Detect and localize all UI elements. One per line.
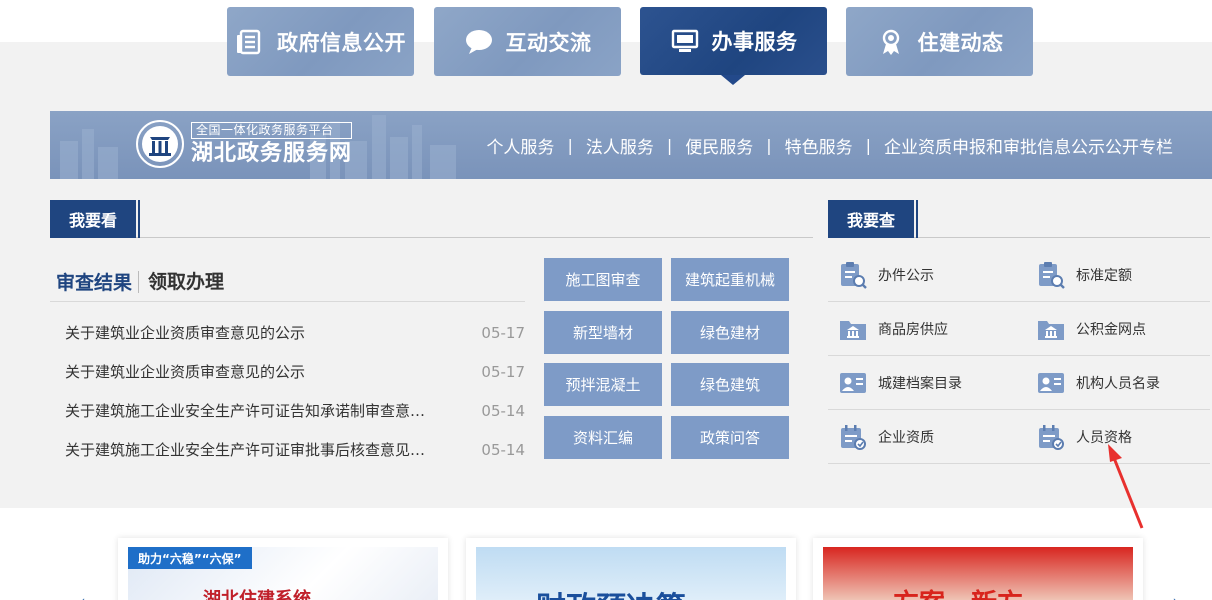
green-building-material-button[interactable]: 绿色建材	[671, 311, 789, 354]
nav-legal-entity-services[interactable]: 法人服务	[573, 133, 667, 158]
carousel-next-icon[interactable]: ›	[1172, 590, 1180, 600]
logo-title: 湖北政务服务网	[191, 140, 353, 166]
calendar-check-icon	[1039, 424, 1064, 450]
news-card[interactable]: 财政预决算	[466, 538, 796, 600]
news-title: 关于建筑施工企业安全生产许可证告知承诺制审查意见的公示	[65, 402, 435, 420]
list-item[interactable]: 关于建筑施工企业安全生产许可证告知承诺制审查意见的公示 05-14	[50, 391, 525, 430]
document-compilation-button[interactable]: 资料汇编	[544, 416, 662, 459]
query-item-label: 企业资质	[878, 429, 934, 446]
list-item[interactable]: 关于建筑业企业资质审查意见的公示 05-17	[50, 352, 525, 391]
folder-bank-icon	[1038, 320, 1064, 340]
query-item-label: 办件公示	[878, 267, 934, 284]
monitor-icon	[670, 26, 700, 56]
nav-special-services[interactable]: 特色服务	[772, 133, 866, 158]
card-caption: 方案…新方	[893, 583, 1023, 600]
policy-qa-button[interactable]: 政策问答	[671, 416, 789, 459]
emblem-icon	[136, 120, 184, 168]
ready-mixed-concrete-button[interactable]: 预拌混凝土	[544, 363, 662, 406]
query-item-housing-fund-outlets[interactable]: 公积金网点	[1036, 302, 1212, 355]
card-caption: 财政预决算	[536, 583, 686, 600]
news-date: 05-17	[481, 323, 525, 342]
annotation-arrow-icon	[1108, 444, 1144, 529]
tab-news[interactable]: 住建动态	[846, 7, 1033, 76]
card-image: 财政预决算	[476, 547, 786, 600]
query-item-label: 商品房供应	[878, 321, 948, 338]
list-item[interactable]: 关于建筑施工企业安全生产许可证审批事后核查意见的公示 05-14	[50, 430, 525, 469]
query-item-label: 城建档案目录	[878, 375, 962, 392]
award-ribbon-icon	[876, 27, 906, 57]
news-list: 关于建筑业企业资质审查意见的公示 05-17 关于建筑业企业资质审查意见的公示 …	[50, 313, 525, 469]
carousel-prev-icon[interactable]: ‹	[78, 590, 86, 600]
divider	[828, 463, 1210, 464]
query-item-label: 机构人员名录	[1076, 375, 1160, 392]
news-title: 关于建筑业企业资质审查意见的公示	[65, 324, 306, 342]
tab-label: 住建动态	[917, 30, 1004, 55]
list-item[interactable]: 关于建筑业企业资质审查意见的公示 05-17	[50, 313, 525, 352]
news-card[interactable]: 助力“六稳”“六保” 湖北住建系统	[118, 538, 448, 600]
news-card[interactable]: 方案…新方	[813, 538, 1143, 600]
query-item-enterprise-qualification[interactable]: 企业资质	[838, 410, 1028, 463]
nav-personal-services[interactable]: 个人服务	[473, 133, 567, 158]
card-image: 助力“六稳”“六保” 湖北住建系统	[128, 547, 438, 600]
active-tab-pointer	[721, 75, 745, 85]
tab-label: 办事服务	[711, 30, 798, 54]
banner-nav: 个人服务 | 法人服务 | 便民服务 | 特色服务 | 企业资质申报和审批信息公…	[473, 111, 1186, 179]
news-date: 05-14	[481, 401, 525, 420]
hubei-gov-service-logo[interactable]: 全国一体化政务服务平台 湖北政务服务网	[135, 119, 353, 169]
tab-services[interactable]: 办事服务	[640, 7, 827, 75]
clipboard-search-icon	[1039, 261, 1065, 289]
query-item-label: 标准定额	[1076, 267, 1132, 284]
news-date: 05-14	[481, 440, 525, 459]
logo-subtitle: 全国一体化政务服务平台	[191, 121, 353, 139]
tab-label: 互动交流	[505, 30, 592, 55]
card-badge: 助力“六稳”“六保”	[128, 547, 252, 569]
news-title: 关于建筑施工企业安全生产许可证审批事后核查意见的公示	[65, 441, 435, 459]
folder-bank-icon	[840, 320, 866, 340]
calendar-check-icon	[841, 424, 866, 450]
green-building-button[interactable]: 绿色建筑	[671, 363, 789, 406]
query-item-staff-directory[interactable]: 机构人员名录	[1036, 356, 1212, 409]
query-item-label: 公积金网点	[1076, 321, 1146, 338]
chat-bubble-icon	[464, 27, 494, 57]
tab-label: 政府信息公开	[277, 30, 406, 55]
service-banner: 全国一体化政务服务平台 湖北政务服务网 个人服务 | 法人服务 | 便民服务 |…	[50, 111, 1212, 179]
lifting-machinery-button[interactable]: 建筑起重机械	[671, 258, 789, 301]
person-card-icon	[1038, 372, 1064, 393]
watch-section-header: 我要看	[50, 200, 813, 238]
query-item-urban-archives[interactable]: 城建档案目录	[838, 356, 1028, 409]
tab-government-info[interactable]: 政府信息公开	[227, 7, 414, 76]
watch-subtabs: 审查结果 领取办理	[50, 262, 525, 302]
query-item-case-publicity[interactable]: 办件公示	[838, 248, 1028, 301]
new-wall-material-button[interactable]: 新型墙材	[544, 311, 662, 354]
nav-qualification-column[interactable]: 企业资质申报和审批信息公示公开专栏	[871, 133, 1186, 158]
subtab-review-results[interactable]: 审查结果	[50, 268, 138, 295]
person-card-icon	[840, 372, 866, 393]
card-image: 方案…新方	[823, 547, 1133, 600]
news-date: 05-17	[481, 362, 525, 381]
card-caption: 湖北住建系统	[203, 589, 311, 600]
clipboard-search-icon	[841, 261, 867, 289]
document-icon	[235, 27, 265, 57]
query-item-housing-supply[interactable]: 商品房供应	[838, 302, 1028, 355]
news-title: 关于建筑业企业资质审查意见的公示	[65, 363, 306, 381]
query-item-standard-quota[interactable]: 标准定额	[1036, 248, 1212, 301]
nav-convenience-services[interactable]: 便民服务	[672, 133, 766, 158]
tab-interaction[interactable]: 互动交流	[434, 7, 621, 76]
watch-section-title: 我要看	[50, 200, 141, 238]
construction-drawing-review-button[interactable]: 施工图审查	[544, 258, 662, 301]
subtab-pickup[interactable]: 领取办理	[138, 270, 230, 293]
query-section-header: 我要查	[828, 200, 1210, 238]
query-section-title: 我要查	[828, 200, 919, 238]
